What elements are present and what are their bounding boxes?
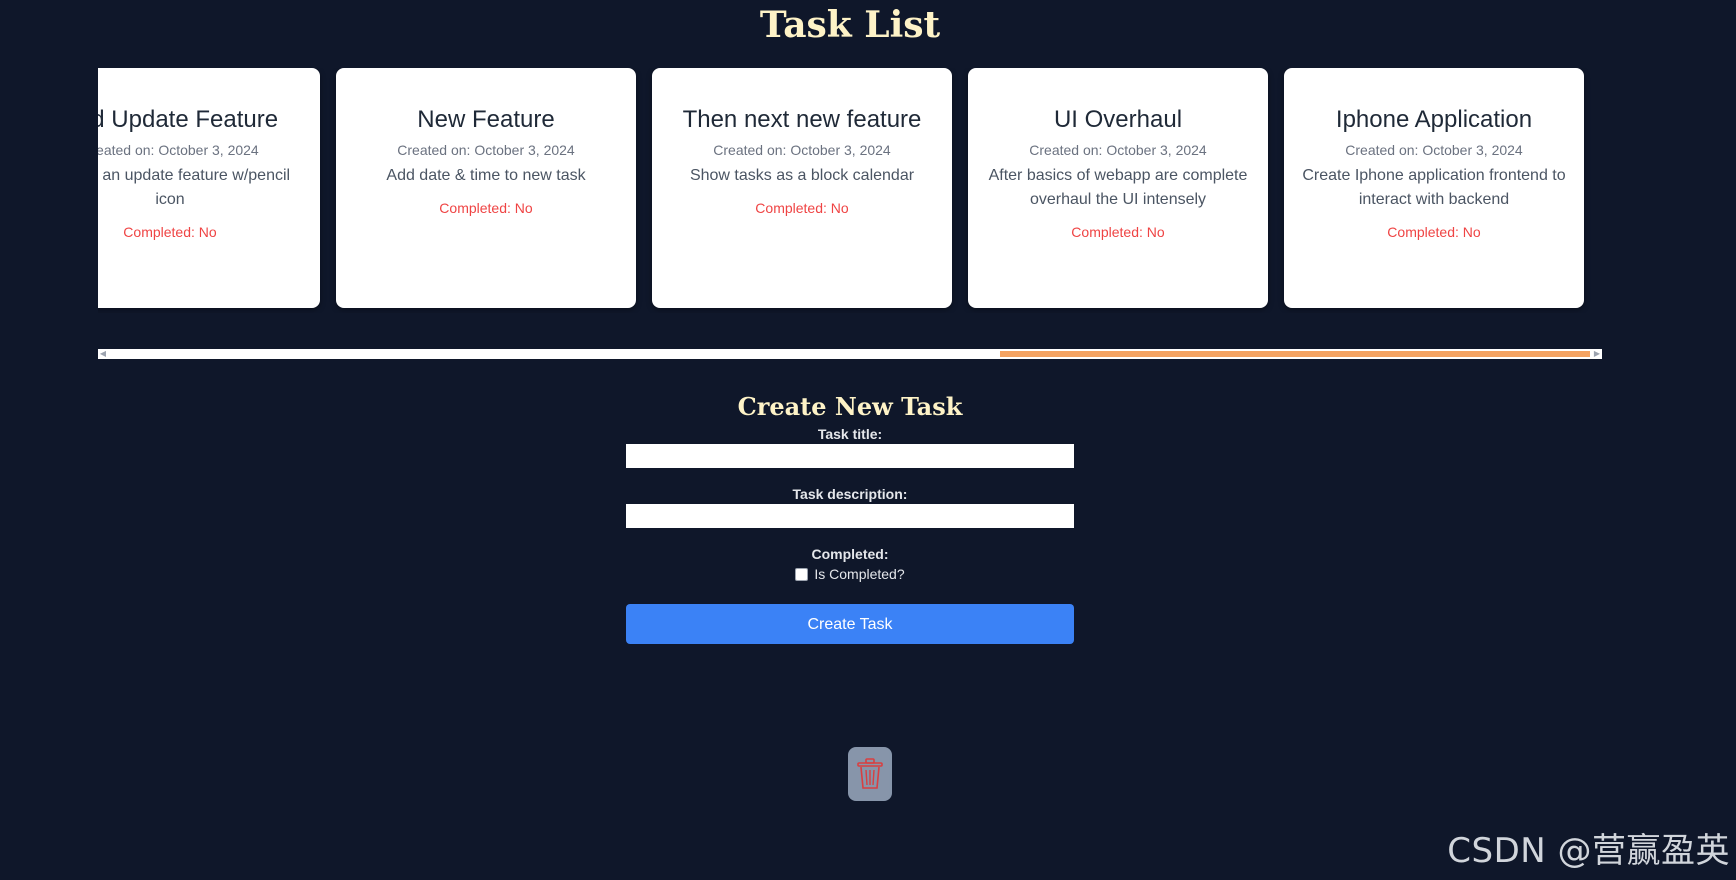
- is-completed-checkbox[interactable]: [795, 567, 809, 581]
- watermark: CSDN @营赢盈英: [1447, 831, 1730, 871]
- task-card-status: Completed: No: [1071, 224, 1165, 240]
- task-description-label: Task description:: [792, 486, 908, 502]
- task-description-input[interactable]: [626, 504, 1074, 528]
- trash-icon: [857, 758, 883, 789]
- is-completed-row: Is Completed?: [626, 566, 1074, 582]
- task-card[interactable]: Iphone Application Created on: October 3…: [1284, 68, 1584, 308]
- task-card-title: Iphone Application: [1335, 106, 1533, 133]
- task-card-date: Created on: October 3, 2024: [713, 142, 891, 158]
- task-card-date: Created on: October 3, 2024: [1029, 142, 1207, 158]
- task-card-date: Created on: October 3, 2024: [397, 142, 575, 158]
- task-card-description: Create Iphone application frontend to in…: [1302, 167, 1566, 208]
- task-card-date: Created on: October 3, 2024: [98, 142, 259, 158]
- task-card-status: Completed: No: [755, 200, 849, 216]
- horizontal-scrollbar[interactable]: ◀ ▶: [98, 349, 1602, 359]
- task-card-status: Completed: No: [1387, 224, 1481, 240]
- scroll-right-arrow-icon[interactable]: ▶: [1592, 349, 1602, 359]
- completed-label: Completed:: [811, 546, 889, 562]
- task-card-title: Add Update Feature: [98, 106, 279, 133]
- task-carousel[interactable]: Add Update Feature Created on: October 3…: [98, 68, 1602, 313]
- task-title-input[interactable]: [626, 444, 1074, 468]
- task-card[interactable]: UI Overhaul Created on: October 3, 2024 …: [968, 68, 1268, 308]
- task-card[interactable]: Then next new feature Created on: Octobe…: [652, 68, 952, 308]
- task-card-status: Completed: No: [439, 200, 533, 216]
- task-card-title: UI Overhaul: [1053, 106, 1183, 133]
- trash-drop-button[interactable]: [848, 747, 892, 801]
- create-task-heading: Create New Task: [737, 392, 963, 421]
- scrollbar-thumb[interactable]: [1000, 351, 1590, 357]
- task-card-description: After basics of webapp are complete over…: [988, 167, 1248, 208]
- task-card[interactable]: Add Update Feature Created on: October 3…: [98, 68, 320, 308]
- task-card-status: Completed: No: [123, 224, 217, 240]
- task-card-description: Create an update feature w/pencil icon: [98, 167, 291, 208]
- page-title: Task List: [759, 4, 941, 46]
- task-card-description: Add date & time to new task: [386, 167, 586, 184]
- create-task-button[interactable]: Create Task: [626, 604, 1074, 644]
- is-completed-label[interactable]: Is Completed?: [814, 566, 904, 582]
- scroll-left-arrow-icon[interactable]: ◀: [98, 349, 108, 359]
- task-track: Add Update Feature Created on: October 3…: [98, 68, 1584, 308]
- task-card[interactable]: New Feature Created on: October 3, 2024 …: [336, 68, 636, 308]
- task-title-label: Task title:: [817, 426, 883, 442]
- task-card-title: New Feature: [417, 106, 555, 133]
- task-card-description: Show tasks as a block calendar: [689, 167, 915, 184]
- task-card-title: Then next new feature: [682, 106, 922, 133]
- task-card-date: Created on: October 3, 2024: [1345, 142, 1523, 158]
